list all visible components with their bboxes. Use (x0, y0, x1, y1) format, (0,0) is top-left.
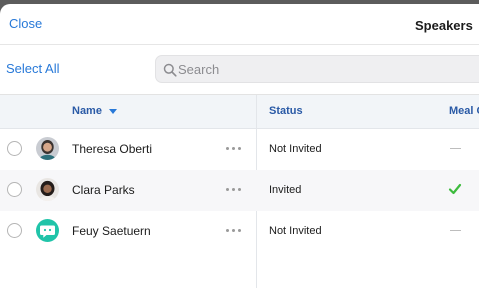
dash-icon (450, 230, 461, 231)
more-options-icon[interactable] (226, 228, 244, 234)
column-header-status[interactable]: Status (269, 105, 303, 117)
caret-down-icon[interactable] (109, 109, 117, 114)
speaker-name: Theresa Oberti (72, 142, 153, 156)
checkmark-icon (448, 183, 462, 195)
person-photo-icon (36, 137, 59, 160)
toolbar: Select All (0, 45, 479, 95)
status-text: Invited (269, 184, 302, 196)
avatar (36, 219, 59, 242)
avatar (36, 178, 59, 201)
column-header-name[interactable]: Name (72, 105, 102, 117)
person-photo-icon (36, 178, 59, 201)
close-button[interactable]: Close (9, 16, 42, 31)
column-header-meal[interactable]: Meal C (449, 105, 479, 117)
table-row[interactable]: Clara Parks Invited (0, 170, 479, 211)
row-select-radio[interactable] (7, 141, 22, 156)
speakers-sheet: Close Speakers Select All Name Status Me… (0, 4, 479, 288)
table-header: Name Status Meal C (0, 95, 479, 129)
dash-icon (450, 148, 461, 149)
speaker-name: Clara Parks (72, 183, 135, 197)
search-bar[interactable] (155, 55, 479, 83)
page-title: Speakers (415, 18, 473, 33)
row-select-radio[interactable] (7, 182, 22, 197)
sheet-header: Close Speakers (0, 4, 479, 45)
status-text: Not Invited (269, 143, 322, 155)
row-select-radio[interactable] (7, 223, 22, 238)
search-input[interactable] (178, 56, 478, 82)
speaker-name: Feuy Saetuern (72, 224, 151, 238)
search-icon (163, 63, 177, 77)
more-options-icon[interactable] (226, 146, 244, 152)
chat-bubble-icon (36, 219, 59, 242)
table-row[interactable]: Feuy Saetuern Not Invited (0, 211, 479, 252)
avatar (36, 137, 59, 160)
more-options-icon[interactable] (226, 187, 244, 193)
status-text: Not Invited (269, 225, 322, 237)
table-row[interactable]: Theresa Oberti Not Invited (0, 129, 479, 170)
select-all-button[interactable]: Select All (6, 61, 59, 76)
